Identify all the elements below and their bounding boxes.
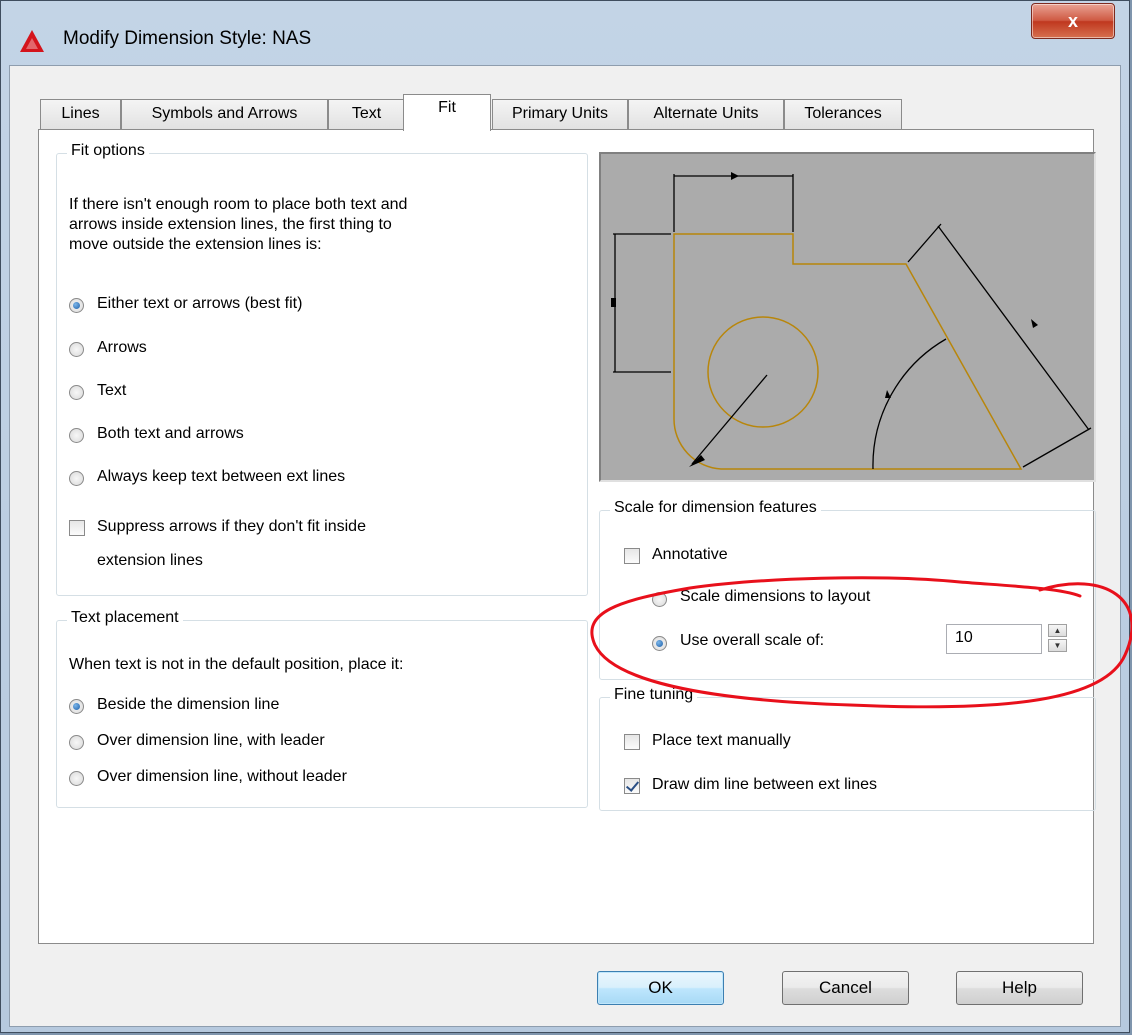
label-scale-to-layout: Scale dimensions to layout — [680, 588, 871, 605]
angular-dimension — [872, 338, 947, 470]
label-text: Text — [97, 382, 127, 399]
label-draw-dim-line: Draw dim line between ext lines — [652, 776, 877, 793]
label-arrows: Arrows — [97, 339, 147, 356]
label-over-line-without-leader: Over dimension line, without leader — [97, 768, 347, 785]
radio-use-overall-scale[interactable] — [652, 636, 667, 651]
radio-beside-dimension-line[interactable] — [69, 699, 84, 714]
label-suppress-arrows-line2: extension lines — [97, 552, 203, 569]
text-placement-description: When text is not in the default position… — [69, 656, 404, 673]
label-both-text-and-arrows: Both text and arrows — [97, 425, 244, 442]
radio-either-text-or-arrows[interactable] — [69, 298, 84, 313]
window-title: Modify Dimension Style: NAS — [63, 28, 312, 49]
radio-over-line-without-leader[interactable] — [69, 771, 84, 786]
label-over-line-with-leader: Over dimension line, with leader — [97, 732, 325, 749]
fit-description-line2: arrows inside extension lines, the first… — [69, 216, 392, 233]
preview-pane — [599, 152, 1096, 482]
scale-title: Scale for dimension features — [610, 499, 821, 517]
hole-circle — [707, 316, 819, 428]
cancel-button[interactable]: Cancel — [782, 971, 909, 1005]
label-beside-dimension-line: Beside the dimension line — [97, 696, 280, 713]
tab-symbols-and-arrows[interactable]: Symbols and Arrows — [121, 99, 328, 129]
checkbox-annotative[interactable] — [624, 548, 640, 564]
radio-scale-to-layout[interactable] — [652, 592, 667, 607]
top-dimension — [673, 174, 794, 232]
fit-tab-panel: Fit options If there isn't enough room t… — [38, 129, 1096, 944]
dialog-window: Modify Dimension Style: NAS x Lines Symb… — [0, 0, 1130, 1033]
close-button[interactable]: x — [1031, 3, 1115, 39]
radio-text[interactable] — [69, 385, 84, 400]
part-outline — [673, 233, 1023, 470]
label-place-text-manually: Place text manually — [652, 732, 791, 749]
fit-options-title: Fit options — [67, 142, 149, 160]
left-dimension — [613, 233, 671, 373]
close-icon: x — [1067, 10, 1078, 31]
tab-primary-units[interactable]: Primary Units — [492, 99, 628, 129]
autocad-logo-icon — [20, 30, 44, 52]
checkbox-place-text-manually[interactable] — [624, 734, 640, 750]
ok-button[interactable]: OK — [597, 971, 724, 1005]
fine-tuning-title: Fine tuning — [610, 686, 698, 704]
overall-scale-input[interactable]: 10 — [946, 624, 1042, 654]
dialog-client-area: Lines Symbols and Arrows Text Fit Primar… — [9, 65, 1121, 1027]
help-button[interactable]: Help — [956, 971, 1083, 1005]
arrow-down-icon: ▼ — [1053, 641, 1062, 650]
checkbox-draw-dim-line[interactable] — [624, 778, 640, 794]
label-either-text-or-arrows: Either text or arrows (best fit) — [97, 295, 303, 312]
fit-options-group: Fit options If there isn't enough room t… — [56, 142, 588, 596]
spin-down-button[interactable]: ▼ — [1048, 639, 1067, 652]
radio-arrows[interactable] — [69, 342, 84, 357]
scale-group: Scale for dimension features Annotative … — [599, 499, 1096, 680]
label-suppress-arrows-line1: Suppress arrows if they don't fit inside — [97, 518, 366, 535]
arrow-up-icon: ▲ — [1053, 626, 1062, 635]
tab-fit[interactable]: Fit — [403, 94, 491, 131]
radio-always-keep-text[interactable] — [69, 471, 84, 486]
text-placement-title: Text placement — [67, 609, 183, 627]
checkbox-suppress-arrows[interactable] — [69, 520, 85, 536]
tab-alternate-units[interactable]: Alternate Units — [628, 99, 784, 129]
title-bar[interactable]: Modify Dimension Style: NAS x — [1, 1, 1129, 65]
fit-description-line1: If there isn't enough room to place both… — [69, 196, 408, 213]
label-annotative: Annotative — [652, 546, 728, 563]
spin-up-button[interactable]: ▲ — [1048, 624, 1067, 637]
tab-lines[interactable]: Lines — [40, 99, 121, 129]
radio-over-line-with-leader[interactable] — [69, 735, 84, 750]
label-use-overall-scale: Use overall scale of: — [680, 632, 825, 649]
fine-tuning-group: Fine tuning Place text manually Draw dim… — [599, 686, 1096, 811]
fit-description-line3: move outside the extension lines is: — [69, 236, 322, 253]
tab-text[interactable]: Text — [328, 99, 405, 129]
label-always-keep-text: Always keep text between ext lines — [97, 468, 346, 485]
text-placement-group: Text placement When text is not in the d… — [56, 609, 588, 808]
radio-both-text-and-arrows[interactable] — [69, 428, 84, 443]
tab-tolerances[interactable]: Tolerances — [784, 99, 902, 129]
dimension-preview-drawing — [611, 172, 1092, 470]
radius-leader — [691, 374, 768, 465]
